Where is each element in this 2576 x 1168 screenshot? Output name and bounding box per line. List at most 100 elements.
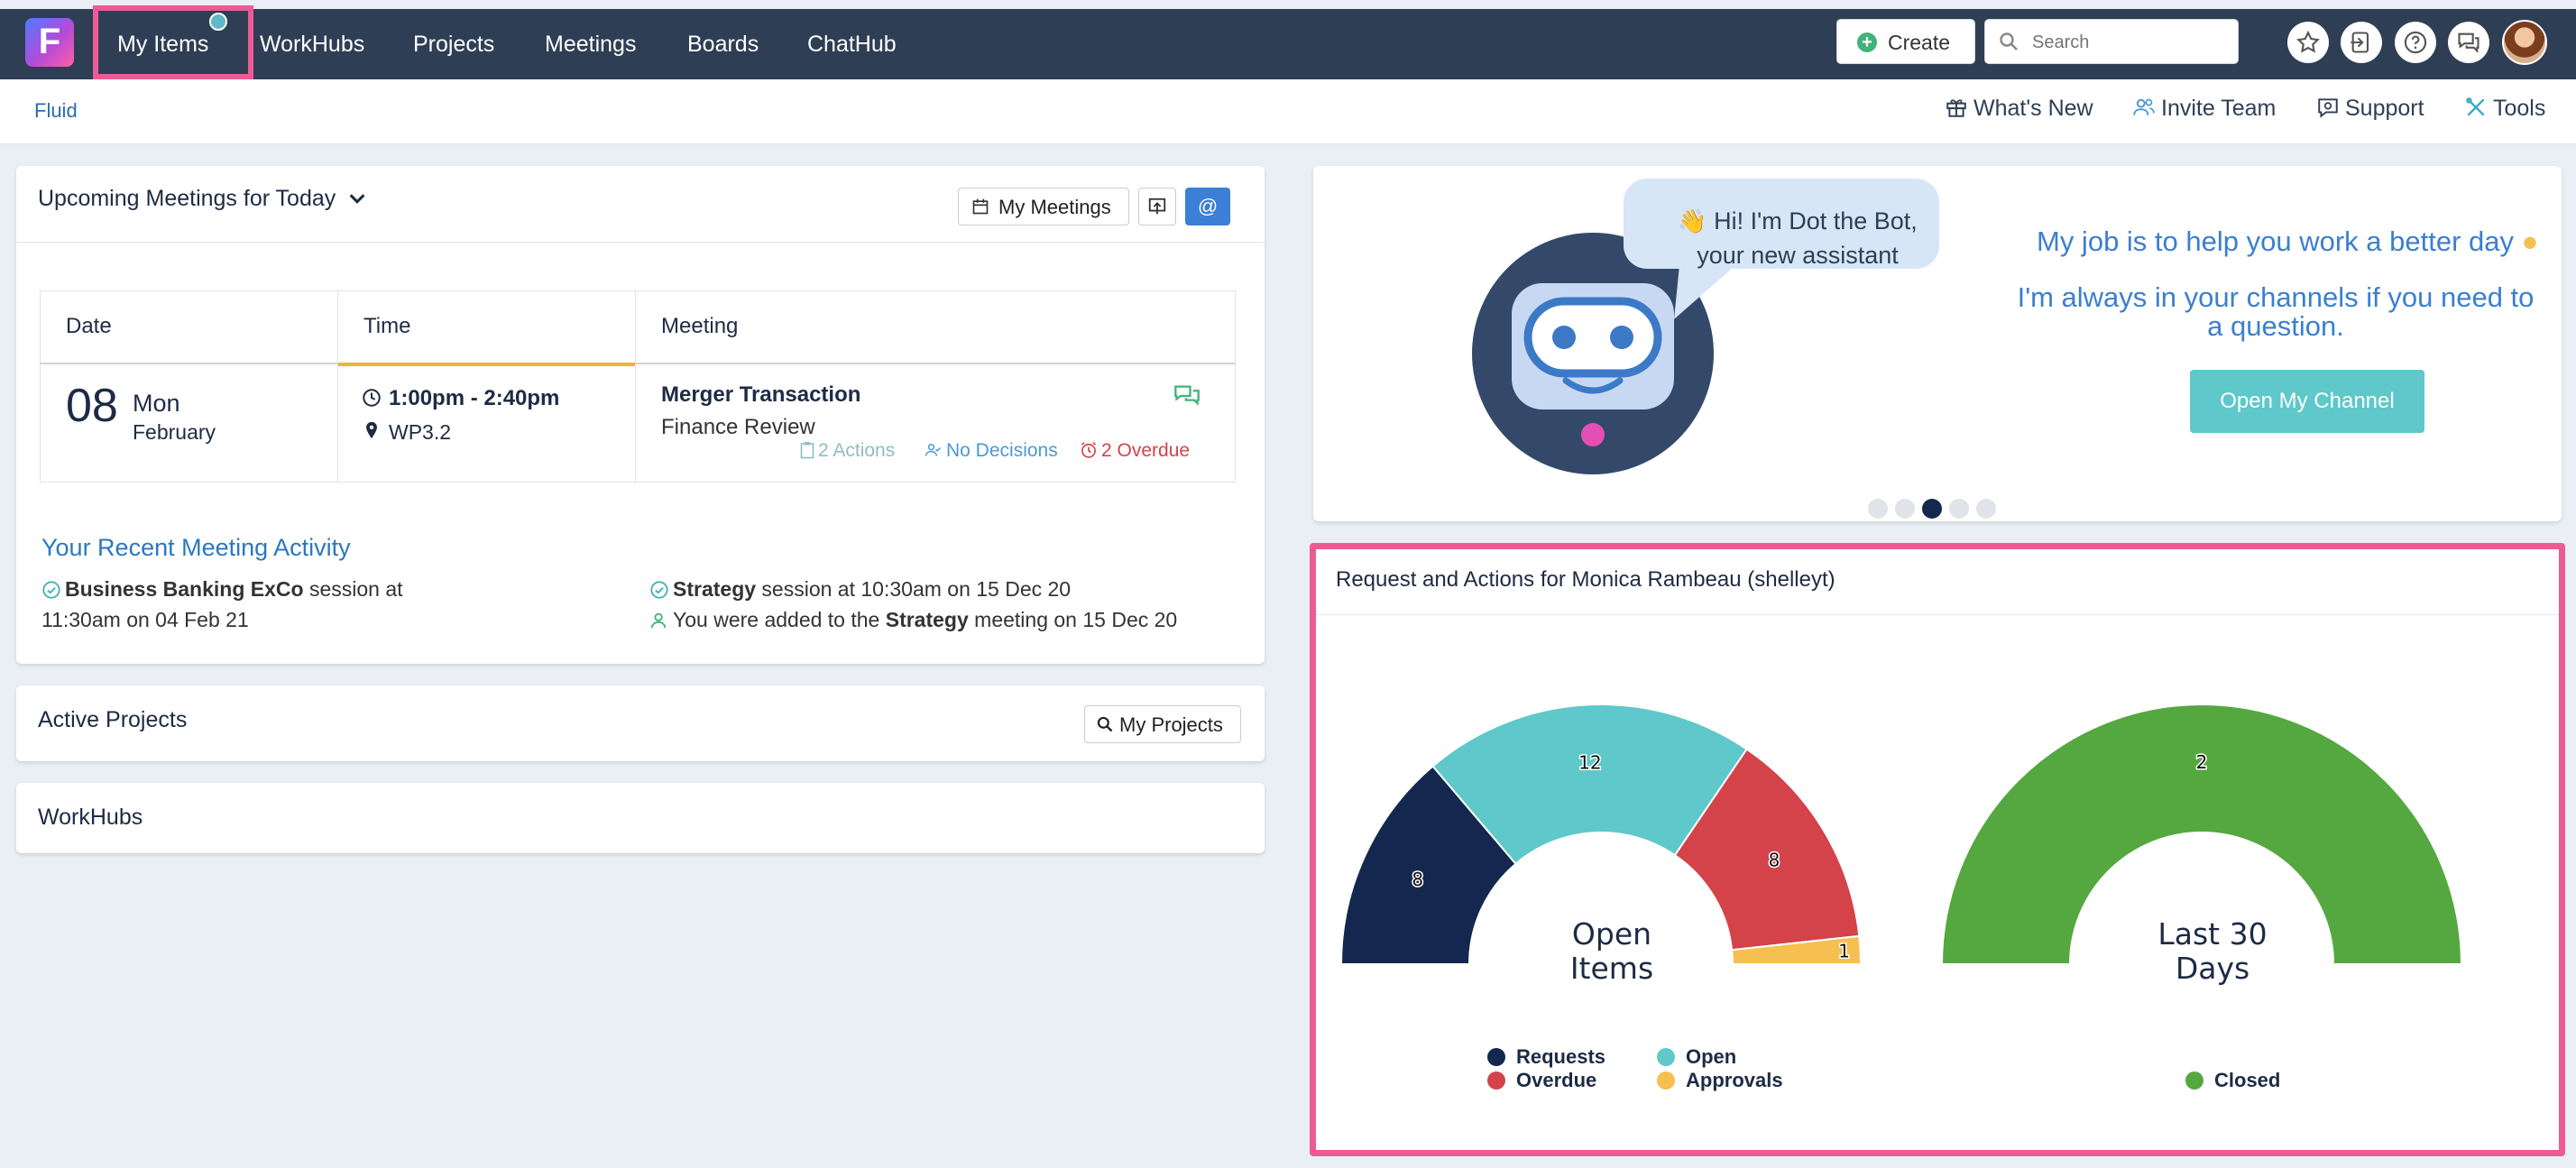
legend-item-requests[interactable]: Requests — [1487, 1045, 1605, 1069]
bot-subtext: I'm always in your channels if you need … — [1992, 283, 2560, 341]
legend-swatch — [1487, 1071, 1505, 1090]
invite-team-link[interactable]: Invite Team — [2132, 96, 2276, 122]
bot-subtext-line2: a question. — [2207, 310, 2344, 342]
upcoming-meetings-title-text: Upcoming Meetings for Today — [38, 186, 336, 211]
plus-icon: + — [1857, 32, 1877, 52]
legend-label: Closed — [2214, 1069, 2281, 1091]
activity-session-name: Business Banking ExCo — [65, 577, 304, 601]
chat-icon[interactable] — [2448, 22, 2489, 63]
table-row[interactable]: 08 Mon February 1:00pm - 2:40pm WP3.2 Me… — [40, 362, 1236, 483]
my-meetings-button[interactable]: My Meetings — [958, 188, 1129, 225]
notification-dot — [209, 13, 227, 31]
upload-icon — [1148, 198, 1166, 215]
bot-greeting-line2: your new assistant — [1697, 242, 1899, 269]
meeting-location: WP3.2 — [389, 419, 452, 444]
support-link[interactable]: Support — [2316, 96, 2424, 122]
bot-welcome-card: 👋 Hi! I'm Dot the Bot, your new assistan… — [1313, 166, 2562, 521]
recent-activity-title: Your Recent Meeting Activity — [41, 534, 351, 561]
time-cell: 1:00pm - 2:40pm WP3.2 — [337, 362, 636, 483]
activity-item[interactable]: Business Banking ExCo session at 11:30am… — [41, 574, 619, 635]
meeting-weekday: Mon — [133, 389, 180, 417]
app-logo[interactable]: F — [25, 18, 74, 67]
activity-session-name: Strategy — [673, 577, 757, 601]
time-highlight-bar — [338, 362, 635, 366]
upcoming-meetings-title[interactable]: Upcoming Meetings for Today — [38, 186, 367, 212]
meetings-table: Date Time Meeting 08 Mon February 1:00pm… — [40, 290, 1236, 483]
legend-item-approvals[interactable]: Approvals — [1657, 1069, 1783, 1092]
search-input[interactable] — [2032, 29, 2231, 56]
nav-my-items[interactable]: My Items — [117, 9, 208, 79]
tools-icon — [2466, 97, 2485, 116]
carousel-dot[interactable] — [1868, 499, 1888, 519]
activity-item[interactable]: You were added to the Strategy meeting o… — [649, 604, 1263, 635]
date-cell: 08 Mon February — [40, 363, 338, 483]
activity-text: meeting on 15 Dec 20 — [968, 608, 1178, 631]
nav-meetings[interactable]: Meetings — [545, 9, 636, 79]
chart-value-label: 2 — [2196, 751, 2208, 773]
user-avatar[interactable] — [2502, 20, 2547, 65]
col-date: Date — [40, 290, 338, 364]
overdue-label: 2 Overdue — [1101, 439, 1191, 461]
workhubs-card: WorkHubs — [16, 783, 1265, 853]
whats-new-label: What's New — [1973, 96, 2093, 121]
bot-subtext-line1: I'm always in your channels if you need … — [2017, 281, 2535, 313]
activity-text: session at 10:30am on 15 Dec 20 — [756, 577, 1072, 601]
upcoming-meetings-card: Upcoming Meetings for Today My Meetings … — [16, 166, 1265, 664]
activity-item[interactable]: Strategy session at 10:30am on 15 Dec 20 — [649, 574, 1263, 604]
open-items-center-label: Open Items — [1513, 917, 1711, 986]
legend-swatch — [1657, 1071, 1675, 1090]
search-icon — [1097, 716, 1113, 732]
tools-link[interactable]: Tools — [2464, 96, 2545, 122]
center-label-line2: Items — [1569, 951, 1654, 986]
legend-label: Approvals — [1686, 1069, 1783, 1091]
carousel-dot[interactable] — [1976, 499, 1996, 519]
star-icon[interactable] — [2287, 22, 2329, 63]
search-box[interactable] — [1984, 19, 2239, 64]
decisions-count[interactable]: No Decisions — [925, 440, 1058, 462]
top-nav: F My Items WorkHubs Projects Meetings Bo… — [0, 5, 2576, 79]
open-my-channel-button[interactable]: Open My Channel — [2190, 370, 2424, 433]
nav-boards[interactable]: Boards — [687, 9, 759, 79]
actions-count[interactable]: 2 Actions — [800, 440, 895, 462]
create-button[interactable]: + Create — [1836, 19, 1975, 64]
chevron-down-icon — [349, 194, 365, 204]
my-projects-label: My Projects — [1119, 713, 1223, 736]
activity-session-name: Strategy — [885, 608, 969, 631]
carousel-dot[interactable] — [1895, 499, 1915, 519]
nav-projects[interactable]: Projects — [413, 9, 494, 79]
legend-item-overdue[interactable]: Overdue — [1487, 1069, 1596, 1092]
alarm-icon — [1081, 441, 1097, 458]
clipboard-icon — [800, 441, 814, 458]
sign-in-icon[interactable] — [2341, 22, 2382, 63]
center-label-line1: Last 30 — [2157, 916, 2268, 952]
whats-new-link[interactable]: What's New — [1945, 96, 2093, 122]
nav-chathub[interactable]: ChatHub — [807, 9, 897, 79]
activity-time: 11:30am on 04 Feb 21 — [41, 608, 249, 631]
meeting-time: 1:00pm - 2:40pm — [389, 385, 560, 410]
overdue-count[interactable]: 2 Overdue — [1080, 440, 1190, 462]
workspace-brand[interactable]: Fluid — [34, 99, 78, 123]
chart-value-label: 12 — [1578, 751, 1601, 773]
my-projects-button[interactable]: My Projects — [1084, 705, 1241, 743]
export-button[interactable] — [1138, 188, 1176, 225]
meeting-cell[interactable]: Merger Transaction Finance Review 2 Acti… — [635, 363, 1236, 483]
legend-item-closed[interactable]: Closed — [2185, 1069, 2280, 1092]
invite-team-label: Invite Team — [2161, 96, 2277, 121]
location-pin-icon — [366, 421, 377, 438]
nav-workhubs[interactable]: WorkHubs — [260, 9, 364, 79]
user-added-icon — [650, 612, 667, 629]
meeting-name[interactable]: Merger Transaction — [661, 382, 860, 408]
chat-bubbles-icon[interactable] — [1173, 384, 1201, 408]
logo-letter: F — [38, 22, 61, 61]
smile-icon: ● — [2521, 225, 2539, 257]
search-icon — [2000, 32, 2018, 51]
help-icon[interactable] — [2395, 22, 2436, 63]
carousel-dot[interactable] — [1949, 499, 1969, 519]
requests-actions-title: Request and Actions for Monica Rambeau (… — [1336, 567, 1835, 592]
bot-greeting-line1: Hi! I'm Dot the Bot, — [1714, 207, 1918, 235]
legend-swatch — [1657, 1048, 1675, 1066]
mention-button[interactable]: @ — [1185, 188, 1230, 225]
legend-item-open[interactable]: Open — [1657, 1045, 1736, 1069]
meeting-day: 08 — [66, 379, 118, 432]
carousel-dot-active[interactable] — [1922, 499, 1942, 519]
